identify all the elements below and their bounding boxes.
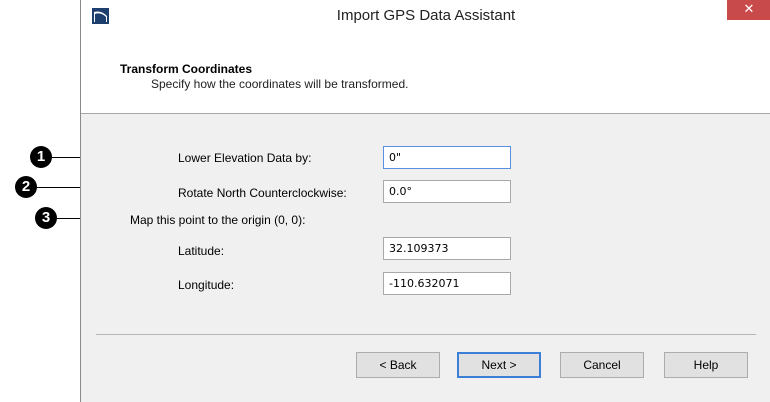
elevation-label: Lower Elevation Data by:: [178, 151, 312, 165]
window-title: Import GPS Data Assistant: [336, 7, 516, 24]
close-icon: ✕: [743, 2, 755, 17]
elevation-input[interactable]: 0": [383, 146, 511, 169]
rotate-label: Rotate North Counterclockwise:: [178, 186, 347, 200]
back-button[interactable]: < Back: [356, 352, 440, 378]
close-button[interactable]: ✕: [727, 0, 770, 20]
cancel-button[interactable]: Cancel: [560, 352, 644, 378]
rotate-input[interactable]: 0.0°: [383, 180, 511, 203]
page-subtitle: Specify how the coordinates will be tran…: [151, 77, 409, 91]
import-gps-dialog: Import GPS Data Assistant ✕ Transform Co…: [80, 0, 770, 402]
callout-number-2: 2: [15, 176, 37, 198]
longitude-input[interactable]: -110.632071: [383, 272, 511, 295]
callout-number-1: 1: [30, 146, 52, 168]
next-button[interactable]: Next >: [457, 352, 541, 378]
callout-number-3: 3: [35, 207, 57, 229]
wizard-header: Transform Coordinates Specify how the co…: [81, 31, 770, 114]
page-title: Transform Coordinates: [120, 62, 253, 76]
origin-label: Map this point to the origin (0, 0):: [130, 213, 306, 227]
title-bar[interactable]: Import GPS Data Assistant ✕: [81, 0, 770, 31]
footer-separator: [96, 334, 756, 335]
help-button[interactable]: Help: [664, 352, 748, 378]
latitude-input[interactable]: 32.109373: [383, 237, 511, 260]
longitude-label: Longitude:: [178, 278, 235, 292]
latitude-label: Latitude:: [178, 244, 225, 258]
